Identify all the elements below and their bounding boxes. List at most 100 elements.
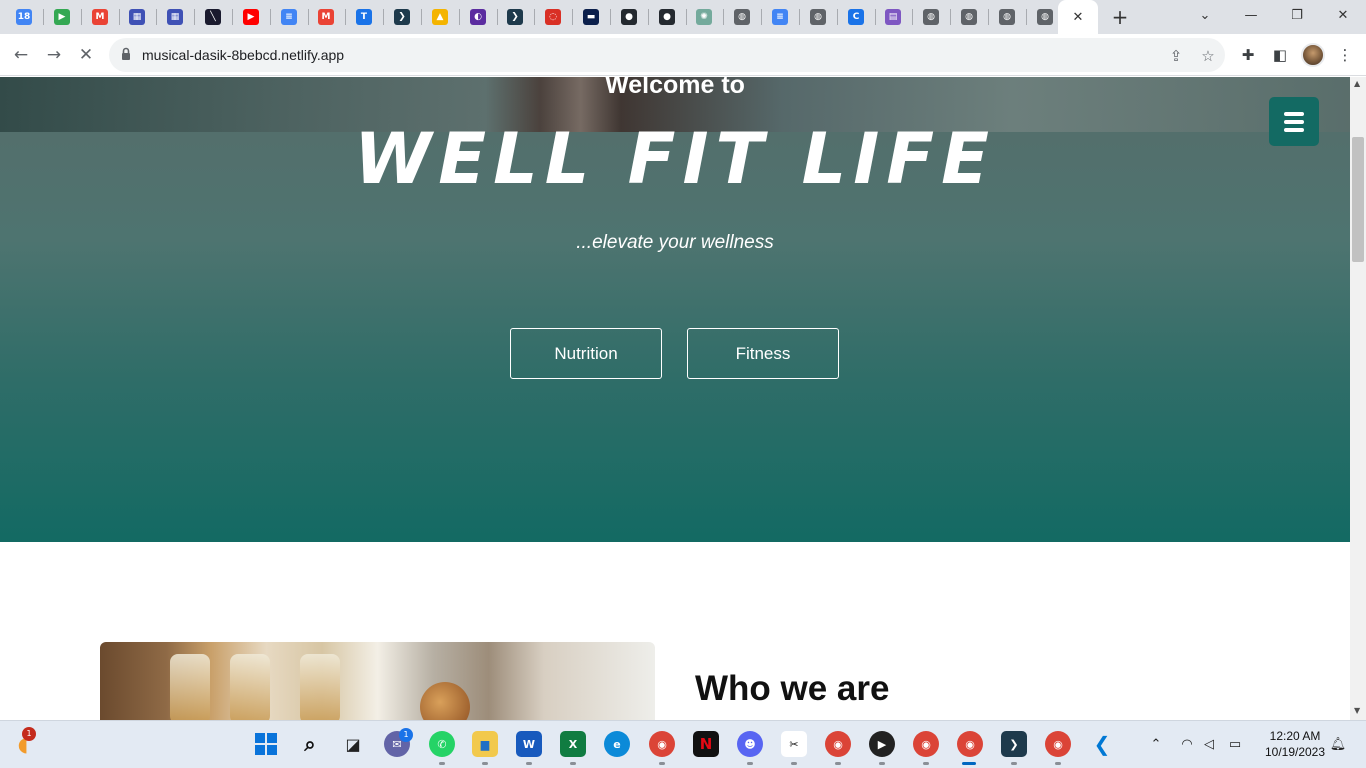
capcut-icon[interactable]: ✂ (781, 731, 807, 757)
more-menu-icon[interactable]: ⋮ (1334, 44, 1356, 66)
address-bar[interactable]: musical-dasik-8bebcd.netlify.app ⇪ ☆ (109, 38, 1225, 72)
lock-icon[interactable] (121, 47, 131, 61)
tab-separator (686, 9, 687, 25)
pinned-tab[interactable]: ≡ (765, 4, 795, 30)
side-panel-icon[interactable]: ◧ (1269, 44, 1291, 66)
globe-icon: ◍ (1037, 9, 1053, 25)
media-player-icon[interactable]: ▶ (869, 731, 895, 757)
pinned-tab[interactable]: T (349, 4, 379, 30)
edge-icon[interactable]: e (604, 731, 630, 757)
pinned-tab[interactable]: ╲ (198, 4, 228, 30)
pinned-tab[interactable]: 18 (9, 4, 39, 30)
chrome-icon[interactable]: ◉ (1045, 731, 1071, 757)
pinned-tab[interactable]: ◍ (803, 4, 833, 30)
tab-separator (1026, 9, 1027, 25)
chrome-icon[interactable]: ◉ (825, 731, 851, 757)
pinned-tab[interactable]: ◐ (463, 4, 493, 30)
pinned-tab[interactable]: ▬ (576, 4, 606, 30)
file-explorer-icon[interactable]: ▆ (472, 731, 498, 757)
chrome-icon[interactable]: ◉ (649, 731, 675, 757)
pinned-tab[interactable]: ◍ (954, 4, 984, 30)
fitness-button[interactable]: Fitness (687, 328, 839, 379)
pinned-tab[interactable]: C (841, 4, 871, 30)
tab-separator (232, 9, 233, 25)
vscode-icon[interactable]: ❮ (1089, 731, 1115, 757)
battery-icon[interactable]: ▭ (1226, 735, 1244, 753)
jar-shape (230, 654, 270, 720)
github-icon: ● (621, 9, 637, 25)
profile-avatar[interactable] (1301, 43, 1325, 67)
notifications-bell-icon[interactable]: 🔔︎ (1329, 735, 1347, 753)
chrome-icon[interactable]: ◉ (913, 731, 939, 757)
close-tab-icon[interactable]: ✕ (1073, 10, 1084, 25)
site-icon: ▬ (583, 9, 599, 25)
windows-taskbar: ◖ 1 ⌕ ◪ ✉ 1 ✆ ▆ W X e ◉ N ☻ ✂ ◉ ▶ ◉ ◉ ❯ … (0, 720, 1366, 768)
scroll-down-icon[interactable]: ▼ (1354, 707, 1362, 715)
hero-tagline: ...elevate your wellness (576, 232, 774, 253)
hamburger-bar (1284, 111, 1304, 116)
page-scrollbar[interactable]: ▲ ▼ (1350, 77, 1366, 720)
pinned-tab[interactable]: M (311, 4, 341, 30)
pinned-tab[interactable]: ◍ (992, 4, 1022, 30)
scrollbar-thumb[interactable] (1352, 137, 1364, 262)
task-view-icon[interactable]: ◪ (340, 731, 366, 757)
pinned-tab[interactable]: ● (614, 4, 644, 30)
pinned-tab[interactable]: ▦ (160, 4, 190, 30)
pinned-tab[interactable]: M (85, 4, 115, 30)
pinned-tab[interactable]: ▤ (878, 4, 908, 30)
pinned-tab[interactable]: ◍ (1030, 4, 1060, 30)
new-tab-button[interactable]: + (1108, 4, 1132, 30)
pinned-tab[interactable]: ❯ (500, 4, 530, 30)
pinned-tab[interactable]: ≡ (274, 4, 304, 30)
bookmark-star-icon[interactable]: ☆ (1198, 46, 1218, 66)
tab-search-icon[interactable]: ⌄ (1182, 0, 1228, 30)
scroll-up-icon[interactable]: ▲ (1354, 80, 1362, 88)
tab-separator (270, 9, 271, 25)
maximize-icon[interactable]: ❐ (1274, 0, 1320, 30)
pinned-tab[interactable]: ◍ (727, 4, 757, 30)
pinned-tab[interactable]: ▶ (236, 4, 266, 30)
jar-shape (300, 654, 340, 720)
start-button[interactable] (253, 731, 279, 757)
netflix-icon[interactable]: N (693, 731, 719, 757)
minimize-icon[interactable]: — (1228, 0, 1274, 30)
excel-icon[interactable]: X (560, 731, 586, 757)
running-indicator (791, 762, 797, 765)
show-hidden-icons-icon[interactable]: ⌃ (1147, 735, 1165, 753)
tab-separator (950, 9, 951, 25)
jar-shape (170, 654, 210, 720)
site-icon: C (848, 9, 864, 25)
forward-icon[interactable]: → (41, 42, 67, 68)
app-icon[interactable]: ❯ (1001, 731, 1027, 757)
wifi-icon[interactable]: ◠ (1178, 735, 1196, 753)
pinned-tab[interactable]: ▶ (47, 4, 77, 30)
app-icon: ▤ (885, 9, 901, 25)
word-icon[interactable]: W (516, 731, 542, 757)
nutrition-button[interactable]: Nutrition (510, 328, 662, 379)
close-window-icon[interactable]: ✕ (1320, 0, 1366, 30)
discord-icon[interactable]: ☻ (737, 731, 763, 757)
url-text[interactable]: musical-dasik-8bebcd.netlify.app (142, 47, 344, 63)
search-icon[interactable]: ⌕ (297, 731, 323, 757)
hamburger-menu-button[interactable] (1269, 97, 1319, 146)
pinned-tab[interactable]: ▲ (425, 4, 455, 30)
pinned-tab[interactable]: ▦ (122, 4, 152, 30)
back-icon[interactable]: ← (8, 42, 34, 68)
system-clock[interactable]: 12:20 AM 10/19/2023 (1254, 728, 1336, 760)
active-tab[interactable]: ✕ (1058, 0, 1098, 34)
whatsapp-icon[interactable]: ✆ (429, 731, 455, 757)
running-indicator (570, 762, 576, 765)
extensions-icon[interactable]: ✚ (1237, 44, 1259, 66)
stop-loading-icon[interactable]: ✕ (73, 42, 99, 68)
pinned-tab[interactable]: ◍ (916, 4, 946, 30)
pinned-tab[interactable]: ✺ (689, 4, 719, 30)
pinned-tab[interactable]: ◌ (538, 4, 568, 30)
tab-separator (988, 9, 989, 25)
app-icon: ❯ (394, 9, 410, 25)
share-icon[interactable]: ⇪ (1166, 46, 1186, 66)
volume-icon[interactable]: ◁ (1200, 735, 1218, 753)
chrome-icon[interactable]: ◉ (957, 731, 983, 757)
forms-icon: ▦ (129, 9, 145, 25)
pinned-tab[interactable]: ❯ (387, 4, 417, 30)
pinned-tab[interactable]: ● (652, 4, 682, 30)
